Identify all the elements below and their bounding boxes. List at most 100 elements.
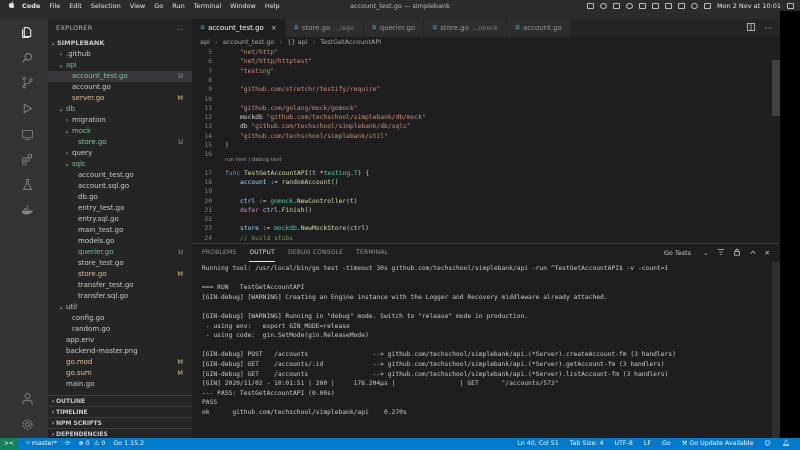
outline-section[interactable]: › OUTLINE [48, 395, 192, 406]
bell-icon[interactable]: 🔔︎ [782, 438, 790, 450]
status-circle-icon[interactable] [599, 2, 607, 9]
tree-file[interactable]: go.mod M [48, 357, 192, 368]
notification-icon[interactable] [787, 2, 794, 9]
search-spotlight-icon[interactable] [690, 2, 698, 9]
tree-folder[interactable]: ⌄ mock [48, 126, 192, 137]
breadcrumb-folder[interactable]: api [200, 38, 210, 46]
source-control-icon[interactable] [20, 75, 34, 89]
status-app-icon[interactable] [586, 2, 594, 9]
go-version[interactable]: Go 1.15.2 [113, 438, 144, 450]
maximize-panel-icon[interactable] [749, 248, 757, 258]
tree-file[interactable]: entry_test.go [48, 203, 192, 214]
extensions-icon[interactable] [20, 152, 34, 166]
errors-count[interactable]: ⊗ 0 [78, 438, 89, 450]
editor-tab[interactable]: ≡ store.go .../mock [424, 19, 507, 37]
cursor-position[interactable]: Ln 40, Col 51 [517, 438, 559, 450]
timeline-section[interactable]: › TIMELINE [48, 406, 192, 417]
tree-file[interactable]: models.go [48, 236, 192, 247]
account-icon[interactable] [20, 391, 34, 405]
tree-file[interactable]: entry.sql.go [48, 214, 192, 225]
panel-scrollbar[interactable] [772, 262, 780, 438]
editor-tab[interactable]: ≡ account.go [506, 19, 571, 37]
tree-file[interactable]: account.sql.go [48, 181, 192, 192]
menu-terminal[interactable]: Terminal [194, 2, 221, 10]
tree-file[interactable]: server.go M [48, 93, 192, 104]
tree-file[interactable]: random.go [48, 324, 192, 335]
breadcrumb-file[interactable]: account_test.go [223, 38, 275, 46]
menu-selection[interactable]: Selection [91, 2, 121, 10]
files-icon[interactable] [20, 25, 34, 39]
close-icon[interactable]: × [271, 19, 277, 37]
tree-folder[interactable]: ⌄ api [48, 60, 192, 71]
tab-size[interactable]: Tab Size: 4 [570, 438, 604, 450]
remote-indicator[interactable]: >< [0, 438, 18, 450]
split-editor-icon[interactable] [747, 23, 756, 33]
filter-icon[interactable] [717, 248, 725, 258]
dependencies-section[interactable]: › DEPENDENCIES [48, 428, 192, 438]
editor-scrollbar[interactable] [772, 60, 780, 116]
status-volume-icon[interactable] [651, 2, 659, 9]
go-update-indicator[interactable]: ⚒ Go Update Available [682, 438, 754, 450]
menu-window[interactable]: Window [230, 2, 256, 10]
status-keyboard-icon[interactable] [638, 2, 646, 9]
tree-file[interactable]: main_test.go [48, 225, 192, 236]
tree-file[interactable]: app.env [48, 335, 192, 346]
tree-folder[interactable]: › query [48, 148, 192, 159]
menu-view[interactable]: View [130, 2, 145, 10]
warnings-count[interactable]: ⚠ 0 [94, 438, 106, 450]
tab-terminal[interactable]: TERMINAL [356, 244, 388, 262]
branch-indicator[interactable]: ⑂ master* [26, 438, 57, 450]
codelens-run-debug-test[interactable]: run test | debug test [225, 156, 282, 164]
editor-tab[interactable]: ≡ querier.go [363, 19, 425, 37]
menu-run[interactable]: Run [172, 2, 184, 10]
editor-tab[interactable]: ≡ store.go .../sqlc [285, 19, 364, 37]
remote-explorer-icon[interactable] [20, 127, 34, 141]
status-wifi-icon[interactable] [664, 2, 672, 9]
npm-scripts-section[interactable]: › NPM SCRIPTS [48, 417, 192, 428]
lock-scroll-icon[interactable] [733, 248, 741, 258]
tree-file[interactable]: account_test.go U [48, 71, 192, 82]
more-actions-icon[interactable]: ··· [764, 24, 772, 33]
chevron-down-icon[interactable]: ⌄ [703, 249, 708, 257]
code-editor[interactable]: 5 "net/http" 6 "net/http/httptest" 7 "testing… [192, 48, 780, 242]
tree-file[interactable]: backend-master.png [48, 346, 192, 357]
editor-tab[interactable]: ≡ account_test.go × [192, 19, 286, 37]
tree-file[interactable]: transfer.sql.go [48, 291, 192, 302]
tree-file[interactable]: go.sum M [48, 368, 192, 379]
workspace-root[interactable]: ⌄ SIMPLEBANK [48, 38, 192, 49]
tab-debug-console[interactable]: DEBUG CONSOLE [288, 244, 343, 262]
language-mode[interactable]: Go [662, 438, 671, 450]
tab-output[interactable]: OUTPUT [249, 244, 276, 262]
encoding[interactable]: UTF-8 [614, 438, 632, 450]
close-panel-icon[interactable]: ✕ [765, 249, 770, 257]
menu-help[interactable]: Help [265, 2, 280, 10]
control-center-icon[interactable] [703, 2, 711, 9]
explorer-more-icon[interactable]: ... [177, 19, 184, 38]
menu-edit[interactable]: Edit [69, 2, 82, 10]
feedback-icon[interactable]: ☺ [764, 438, 771, 450]
output-channel-select[interactable]: Go Tests [664, 249, 691, 257]
tree-folder[interactable]: ⌄ sqlc [48, 159, 192, 170]
menubar-clock[interactable]: Mon 2 Nov at 10:01 [717, 2, 781, 10]
tree-file[interactable]: store.go M [48, 269, 192, 280]
breadcrumb-symbol[interactable]: TestGetAccountAPI [320, 38, 381, 46]
tree-folder[interactable]: › migration [48, 115, 192, 126]
tree-folder[interactable]: ⌄ util [48, 302, 192, 313]
tree-file[interactable]: store_test.go [48, 258, 192, 269]
testing-icon[interactable] [20, 177, 34, 191]
tree-file[interactable]: transfer_test.go [48, 280, 192, 291]
breadcrumb-package[interactable]: {} api [287, 38, 307, 46]
tree-folder[interactable]: › .github [48, 49, 192, 60]
search-icon[interactable] [20, 50, 34, 64]
tree-folder[interactable]: ⌄ db [48, 104, 192, 115]
settings-gear-icon[interactable] [20, 417, 34, 431]
menu-app-name[interactable]: Code [22, 2, 40, 10]
menu-go[interactable]: Go [154, 2, 163, 10]
status-dropbox-icon[interactable] [625, 2, 633, 9]
menu-file[interactable]: File [49, 2, 60, 10]
tree-file[interactable]: main.go [48, 379, 192, 390]
tree-file[interactable]: db.go [48, 192, 192, 203]
tree-file[interactable]: account_test.go [48, 170, 192, 181]
run-debug-icon[interactable] [20, 101, 34, 115]
tree-file[interactable]: account.go [48, 82, 192, 93]
